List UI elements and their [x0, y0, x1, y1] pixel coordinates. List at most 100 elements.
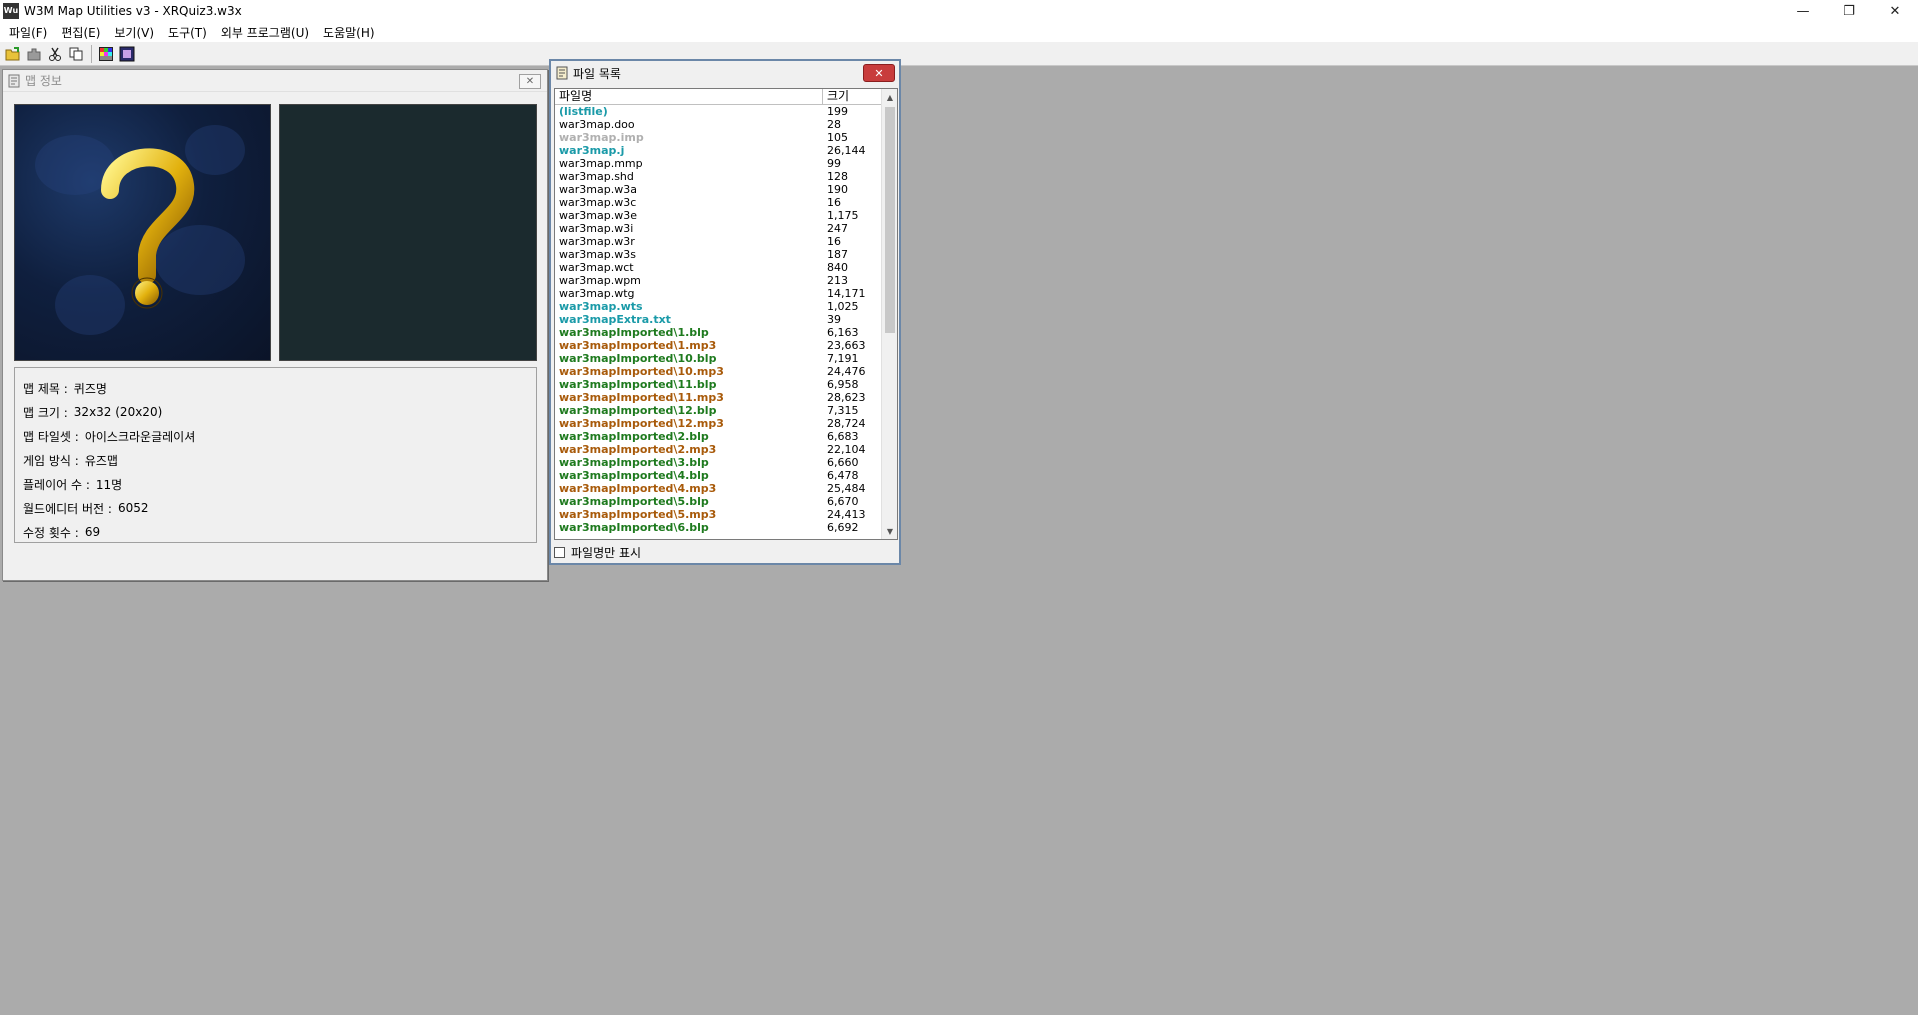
file-size-cell: 22,104 — [827, 443, 866, 456]
menu-edit[interactable]: 편집(E) — [54, 24, 107, 41]
scroll-up-icon[interactable]: ▲ — [882, 89, 897, 105]
minimize-button[interactable]: — — [1780, 0, 1826, 22]
file-row[interactable]: war3mapImported\2.blp 6,683 — [555, 430, 883, 443]
column-header-size[interactable]: 크기 — [823, 89, 883, 105]
file-row[interactable]: war3map.imp 105 — [555, 131, 883, 144]
file-name-cell: war3mapImported\2.mp3 — [559, 443, 717, 456]
filenames-only-checkbox[interactable]: 파일명만 표시 — [554, 543, 641, 561]
file-row[interactable]: war3mapImported\11.blp 6,958 — [555, 378, 883, 391]
file-row[interactable]: war3mapImported\12.blp 7,315 — [555, 404, 883, 417]
file-row[interactable]: (listfile) 199 — [555, 105, 883, 118]
file-name-cell: war3map.shd — [559, 170, 634, 183]
map-title-value: 퀴즈명 — [73, 381, 107, 396]
editor-version-label: 월드에디터 버전 : — [23, 501, 112, 516]
file-name-cell: war3map.w3e — [559, 209, 637, 222]
file-row[interactable]: war3map.mmp 99 — [555, 157, 883, 170]
window-title: W3M Map Utilities v3 - XRQuiz3.w3x — [24, 4, 242, 18]
file-name-cell: war3mapImported\10.mp3 — [559, 365, 724, 378]
file-row[interactable]: war3mapImported\10.mp3 24,476 — [555, 365, 883, 378]
file-row[interactable]: war3mapExtra.txt 39 — [555, 313, 883, 326]
file-size-cell: 16 — [827, 235, 841, 248]
menu-help[interactable]: 도움말(H) — [316, 24, 382, 41]
file-row[interactable]: war3mapImported\4.mp3 25,484 — [555, 482, 883, 495]
file-row[interactable]: war3mapImported\1.mp3 23,663 — [555, 339, 883, 352]
file-row[interactable]: war3map.w3e 1,175 — [555, 209, 883, 222]
file-size-cell: 6,683 — [827, 430, 859, 443]
file-size-cell: 6,958 — [827, 378, 859, 391]
file-row[interactable]: war3mapImported\11.mp3 28,623 — [555, 391, 883, 404]
player-count-value: 11명 — [95, 477, 123, 492]
file-row[interactable]: war3map.w3s 187 — [555, 248, 883, 261]
file-row[interactable]: war3map.w3r 16 — [555, 235, 883, 248]
file-row[interactable]: war3mapImported\6.blp 6,692 — [555, 521, 883, 534]
file-name-cell: war3map.wtg — [559, 287, 635, 300]
file-name-cell: war3mapExtra.txt — [559, 313, 671, 326]
file-name-cell: war3map.wts — [559, 300, 643, 313]
copy-icon[interactable] — [66, 44, 86, 64]
image-frame-icon[interactable] — [117, 44, 137, 64]
menu-external-programs[interactable]: 외부 프로그램(U) — [214, 24, 316, 41]
file-name-cell: war3map.w3i — [559, 222, 634, 235]
restore-button[interactable]: ❐ — [1826, 0, 1872, 22]
file-row[interactable]: war3mapImported\3.blp 6,660 — [555, 456, 883, 469]
menu-tools[interactable]: 도구(T) — [161, 24, 214, 41]
close-button[interactable]: ✕ — [1872, 0, 1918, 22]
file-size-cell: 187 — [827, 248, 848, 261]
file-name-cell: war3map.j — [559, 144, 625, 157]
open-folder-icon[interactable] — [3, 44, 23, 64]
file-row[interactable]: war3map.wtg 14,171 — [555, 287, 883, 300]
file-name-cell: war3mapImported\11.blp — [559, 378, 717, 391]
file-row[interactable]: war3mapImported\12.mp3 28,724 — [555, 417, 883, 430]
checkbox-box[interactable] — [554, 546, 565, 558]
file-row[interactable]: war3map.w3a 190 — [555, 183, 883, 196]
file-row[interactable]: war3map.shd 128 — [555, 170, 883, 183]
file-size-cell: 7,315 — [827, 404, 859, 417]
file-row[interactable]: war3map.wct 840 — [555, 261, 883, 274]
file-size-cell: 99 — [827, 157, 841, 170]
file-row[interactable]: war3map.wts 1,025 — [555, 300, 883, 313]
file-name-cell: war3mapImported\2.blp — [559, 430, 709, 443]
puzzle-icon[interactable] — [24, 44, 44, 64]
file-row[interactable]: war3map.doo 28 — [555, 118, 883, 131]
app-icon: Wu — [3, 3, 19, 19]
file-row[interactable]: war3mapImported\4.blp 6,478 — [555, 469, 883, 482]
scroll-icon — [8, 74, 20, 87]
file-size-cell: 23,663 — [827, 339, 866, 352]
map-size-label: 맵 크기 : — [23, 405, 68, 420]
file-size-cell: 199 — [827, 105, 848, 118]
map-tileset-value: 아이스크라운글레이셔 — [84, 429, 196, 444]
column-header-filename[interactable]: 파일명 — [555, 89, 823, 105]
menu-view[interactable]: 보기(V) — [107, 24, 161, 41]
file-name-cell: (listfile) — [559, 105, 608, 118]
file-name-cell: war3mapImported\6.blp — [559, 521, 709, 534]
file-name-cell: war3mapImported\4.blp — [559, 469, 709, 482]
file-name-cell: war3map.doo — [559, 118, 635, 131]
edit-count-value: 69 — [84, 525, 101, 539]
file-row[interactable]: war3mapImported\5.blp 6,670 — [555, 495, 883, 508]
file-row[interactable]: war3map.w3c 16 — [555, 196, 883, 209]
vertical-scrollbar[interactable]: ▲ ▼ — [881, 89, 897, 539]
file-row[interactable]: war3mapImported\2.mp3 22,104 — [555, 443, 883, 456]
file-name-cell: war3map.w3r — [559, 235, 635, 248]
file-size-cell: 6,478 — [827, 469, 859, 482]
file-row[interactable]: war3map.j 26,144 — [555, 144, 883, 157]
file-row[interactable]: war3mapImported\5.mp3 24,413 — [555, 508, 883, 521]
map-info-close-button[interactable]: ✕ — [519, 74, 541, 89]
game-mode-row: 게임 방식 : 유즈맵 — [23, 448, 536, 472]
color-grid-icon[interactable] — [96, 44, 116, 64]
file-row[interactable]: war3mapImported\1.blp 6,163 — [555, 326, 883, 339]
file-row[interactable]: war3map.wpm 213 — [555, 274, 883, 287]
file-list-view[interactable]: 파일명 크기 (listfile) 199 war3map.doo 28 war3map… — [554, 88, 898, 540]
file-list-header: 파일명 크기 — [555, 89, 883, 105]
map-info-window: 맵 정보 ✕ 맵 제목: 퀴즈명 맵 크기: 32x32 (20x20) 맵… — [2, 69, 548, 581]
scroll-thumb[interactable] — [885, 107, 895, 333]
scissors-icon[interactable] — [45, 44, 65, 64]
scroll-down-icon[interactable]: ▼ — [882, 523, 897, 539]
menu-file[interactable]: 파일(F) — [2, 24, 54, 41]
file-row[interactable]: war3mapImported\10.blp 7,191 — [555, 352, 883, 365]
file-size-cell: 28 — [827, 118, 841, 131]
scroll-icon — [556, 66, 568, 80]
file-list-close-button[interactable]: ✕ — [863, 64, 895, 82]
map-size-row: 맵 크기 : 32x32 (20x20) — [23, 400, 536, 424]
file-row[interactable]: war3map.w3i 247 — [555, 222, 883, 235]
